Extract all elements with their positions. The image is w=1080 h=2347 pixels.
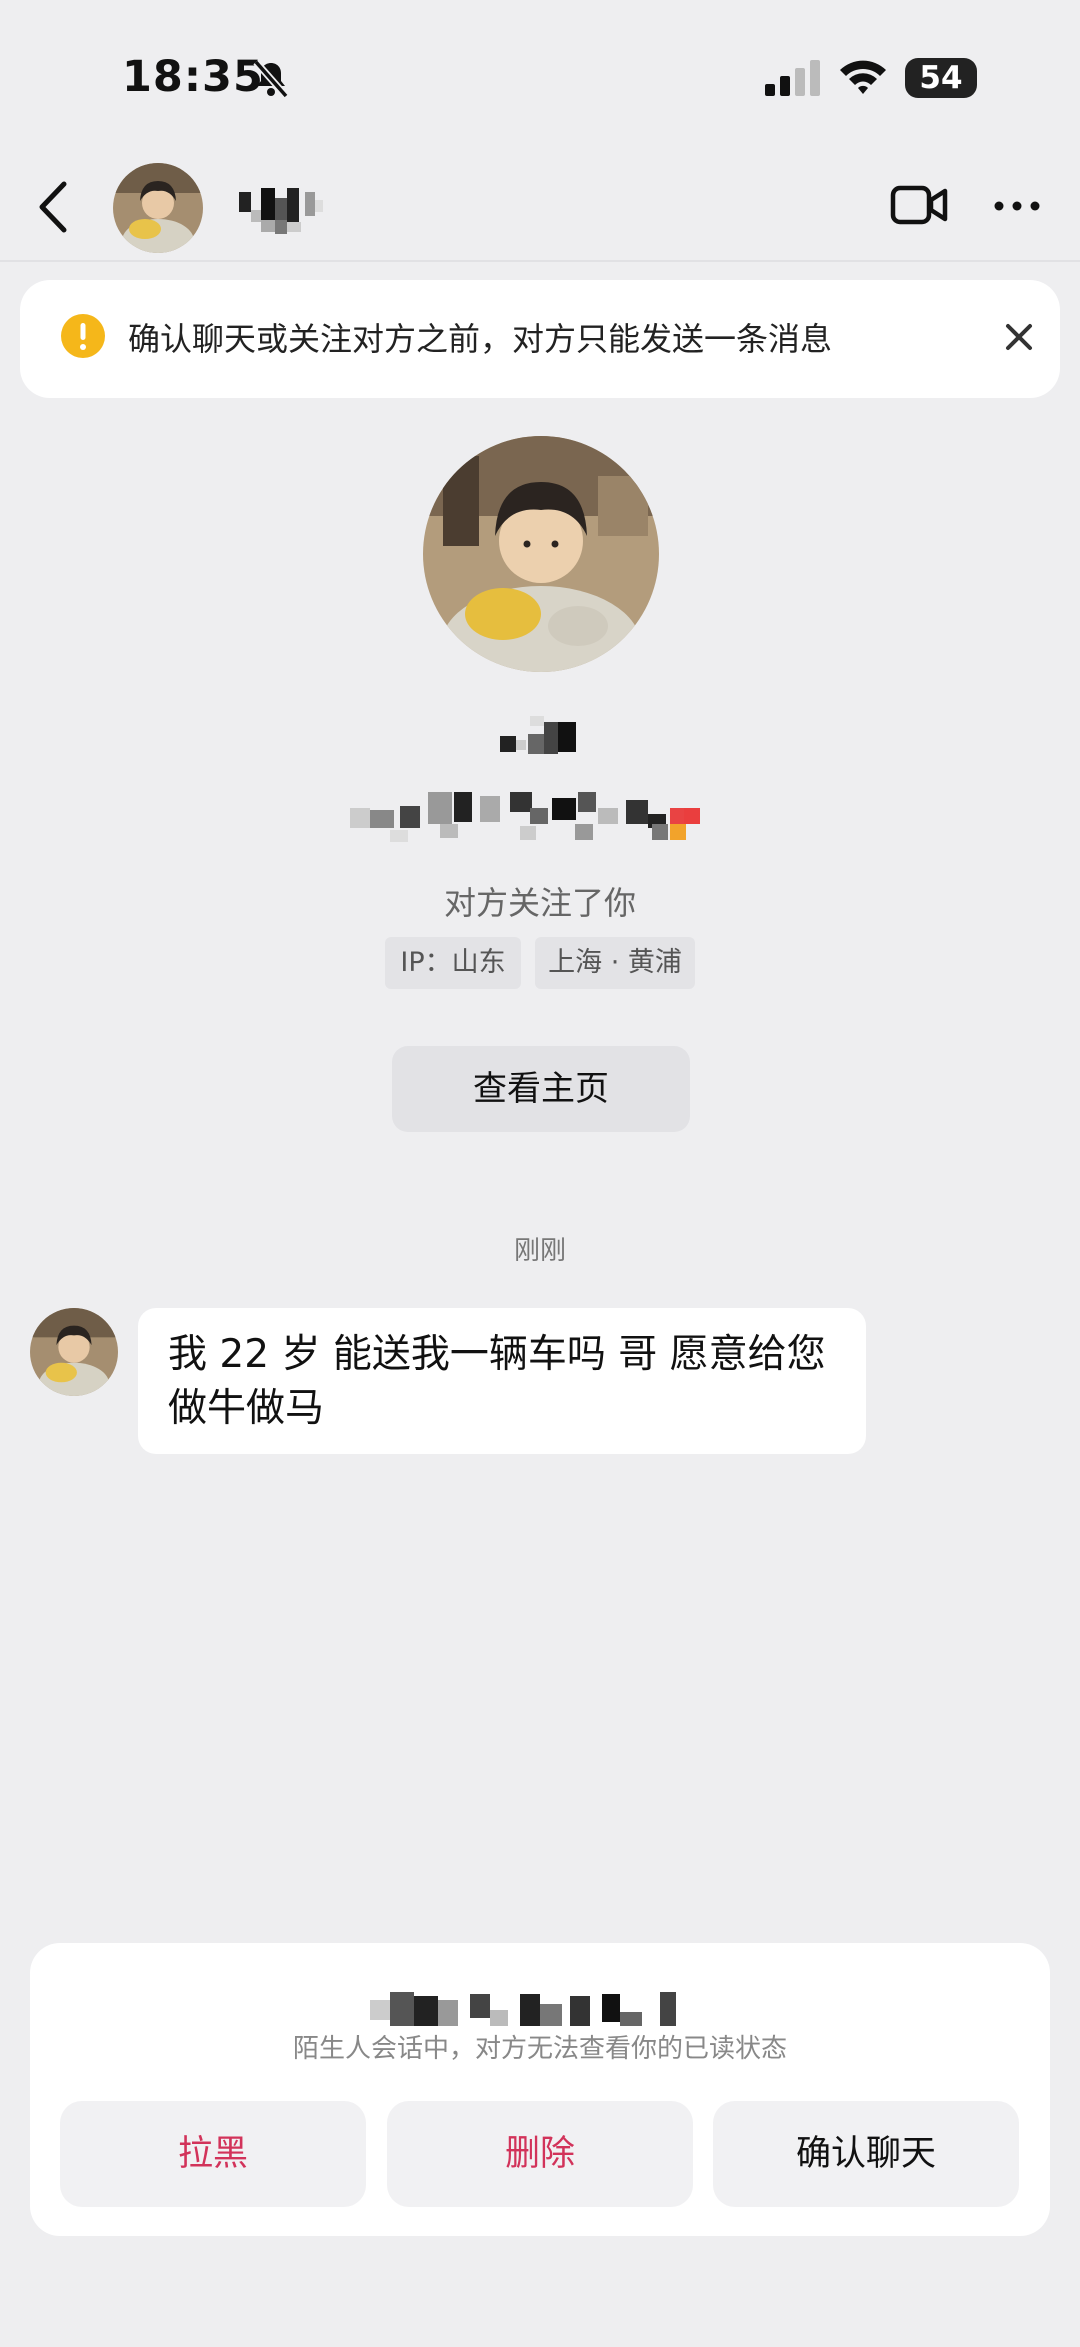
message-timestamp: 刚刚 bbox=[513, 1236, 566, 1266]
profile-name-pixelated bbox=[500, 716, 576, 754]
close-icon[interactable] bbox=[1000, 318, 1038, 356]
notice-text: 确认聊天或关注对方之前，对方只能发送一条消息 bbox=[128, 320, 833, 358]
status-time: 18:35 bbox=[122, 52, 264, 102]
block-button[interactable]: 拉黑 bbox=[60, 2101, 366, 2207]
view-homepage-button[interactable]: 查看主页 bbox=[392, 1046, 690, 1132]
avatar-image bbox=[30, 1308, 118, 1396]
sender-avatar[interactable] bbox=[30, 1308, 118, 1396]
wifi-icon bbox=[840, 60, 886, 94]
message-bubble[interactable]: 我 22 岁 能送我一辆车吗 哥 愿意给您做牛做马 bbox=[138, 1308, 866, 1454]
header-divider bbox=[0, 260, 1080, 262]
cellular-signal-icon bbox=[765, 60, 820, 96]
delete-button[interactable]: 删除 bbox=[387, 2101, 693, 2207]
confirm-chat-button[interactable]: 确认聊天 bbox=[713, 2101, 1019, 2207]
battery-level: 54 bbox=[919, 60, 963, 96]
avatar-image bbox=[113, 163, 203, 253]
read-status-notice: 陌生人会话中，对方无法查看你的已读状态 bbox=[292, 2034, 787, 2064]
location-tag: 上海 · 黄浦 bbox=[535, 937, 695, 989]
bell-slash-icon bbox=[253, 59, 289, 99]
video-camera-icon[interactable] bbox=[890, 183, 948, 227]
panel-title-pixelated bbox=[370, 1992, 676, 2026]
avatar-image bbox=[423, 436, 659, 672]
ip-location-tag: IP：山东 bbox=[385, 937, 521, 989]
header-avatar[interactable] bbox=[113, 163, 203, 253]
chevron-left-icon[interactable] bbox=[30, 178, 78, 236]
header-username-pixelated bbox=[239, 188, 323, 234]
ellipsis-icon[interactable] bbox=[992, 196, 1042, 216]
follow-status: 对方关注了你 bbox=[443, 884, 636, 922]
exclamation-circle-icon bbox=[61, 314, 105, 358]
profile-avatar[interactable] bbox=[423, 436, 659, 672]
profile-signature-pixelated bbox=[350, 792, 700, 842]
